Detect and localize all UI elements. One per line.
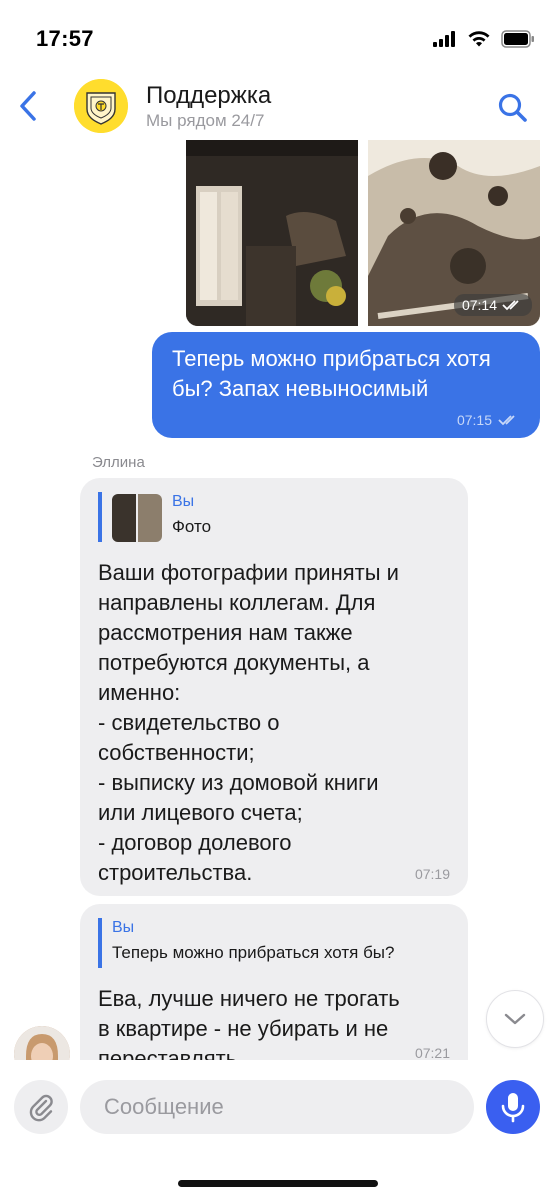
- photo-burnt-room[interactable]: [186, 140, 358, 326]
- message-composer: [0, 1060, 555, 1200]
- chat-messages[interactable]: 07:14 Теперь можно прибраться хотя бы? З…: [0, 140, 555, 1060]
- quote-text: Фото: [172, 517, 212, 536]
- paperclip-icon: [29, 1094, 53, 1122]
- attach-button[interactable]: [14, 1080, 68, 1134]
- search-button[interactable]: [493, 88, 533, 128]
- message-time: 07:21: [414, 1045, 450, 1060]
- photo-burnt-ceiling[interactable]: 07:14: [368, 140, 540, 326]
- status-bar: 17:57: [0, 0, 555, 80]
- reply-quote[interactable]: Вы Фото: [98, 492, 211, 542]
- double-check-icon: [498, 415, 515, 426]
- battery-icon: [501, 30, 534, 48]
- status-icons: [433, 30, 535, 48]
- avatar[interactable]: [14, 1026, 70, 1060]
- double-check-icon: [502, 300, 519, 311]
- message-time: 07:15: [456, 412, 492, 428]
- scroll-down-button[interactable]: [486, 990, 544, 1048]
- quote-thumbnail: [112, 494, 162, 542]
- microphone-icon: [501, 1093, 525, 1123]
- message-input[interactable]: [80, 1080, 474, 1134]
- message-meta: 07:15: [457, 412, 522, 428]
- message-time: 07:19: [414, 866, 450, 882]
- bank-logo-icon[interactable]: [74, 79, 128, 133]
- back-arrow-icon: [20, 91, 36, 121]
- quote-author: Вы: [172, 493, 195, 510]
- photo-timestamp: 07:14: [453, 294, 532, 316]
- voice-record-button[interactable]: [486, 1080, 540, 1134]
- chat-header: Поддержка Мы рядом 24/7: [0, 76, 555, 140]
- signal-icon: [433, 31, 455, 47]
- incoming-message[interactable]: Вы Теперь можно прибраться хотя бы? Ева,…: [80, 904, 468, 1060]
- photo-album-message[interactable]: 07:14: [186, 140, 540, 326]
- status-time: 17:57: [36, 26, 94, 51]
- quote-author: Вы: [112, 919, 135, 936]
- chat-title: Поддержка: [146, 82, 272, 109]
- quote-text: Теперь можно прибраться хотя бы?: [112, 943, 395, 962]
- incoming-message[interactable]: Вы Фото Ваши фотографии приняты и направ…: [80, 478, 468, 896]
- incoming-message-text: Ева, лучше ничего не трогать в квартире …: [98, 986, 400, 1060]
- outgoing-message[interactable]: Теперь можно прибраться хотя бы? Запах н…: [152, 332, 540, 438]
- home-indicator[interactable]: [178, 1180, 378, 1187]
- reply-quote[interactable]: Вы Теперь можно прибраться хотя бы?: [98, 918, 438, 968]
- agent-name: Эллина: [92, 454, 145, 471]
- incoming-message-text: Ваши фотографии приняты и направлены кол…: [98, 560, 399, 885]
- back-button[interactable]: [8, 82, 48, 130]
- outgoing-message-text: Теперь можно прибраться хотя бы? Запах н…: [172, 346, 491, 401]
- wifi-icon: [468, 31, 490, 47]
- search-icon: [498, 93, 527, 122]
- chat-subtitle: Мы рядом 24/7: [146, 111, 265, 130]
- chevron-down-icon: [504, 1013, 526, 1025]
